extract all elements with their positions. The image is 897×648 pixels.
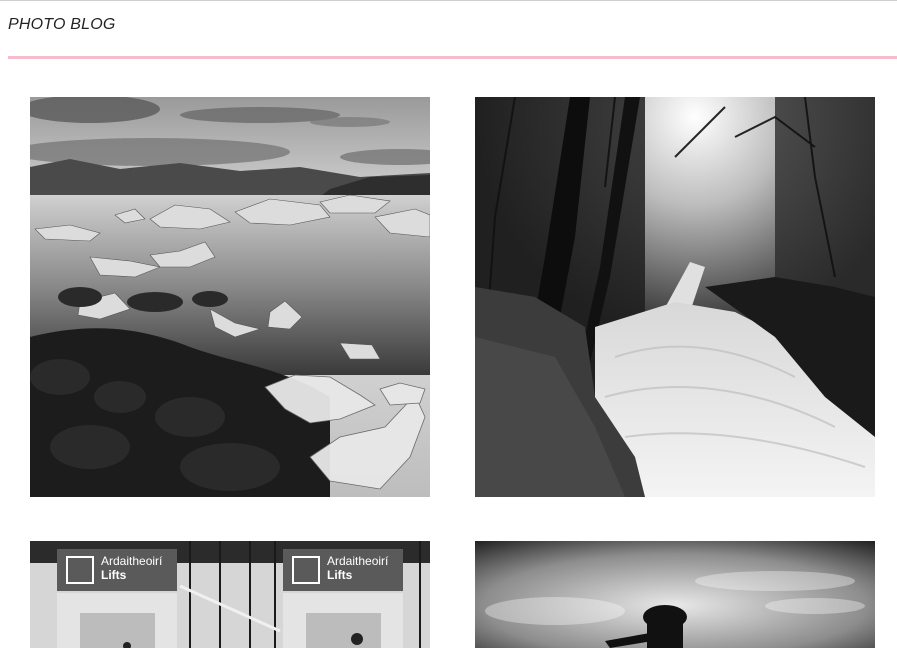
site-title[interactable]: PHOTO BLOG — [8, 16, 116, 34]
header-divider — [8, 56, 897, 59]
cyclist-silhouette-image — [475, 541, 875, 648]
forest-waterfall-image — [475, 97, 875, 497]
lift-sign-english: Lifts — [101, 568, 127, 582]
gallery-photo-forest-waterfall[interactable] — [475, 97, 875, 497]
lift-sign-text-left: Ardaitheoirí Lifts — [101, 554, 162, 582]
gallery-photo-glacier-lagoon[interactable] — [30, 97, 430, 497]
lift-sign-irish: Ardaitheoirí — [101, 554, 163, 568]
lift-sign-irish: Ardaitheoirí — [327, 554, 389, 568]
gallery-photo-airport-lifts[interactable]: Ardaitheoirí Lifts Ardaitheoirí Lifts — [30, 541, 430, 648]
lift-sign-english: Lifts — [327, 568, 353, 582]
gallery-photo-cyclist-silhouette[interactable] — [475, 541, 875, 648]
lift-sign-text-right: Ardaitheoirí Lifts — [327, 554, 388, 582]
glacier-lagoon-image — [30, 97, 430, 497]
top-border — [0, 0, 897, 1]
